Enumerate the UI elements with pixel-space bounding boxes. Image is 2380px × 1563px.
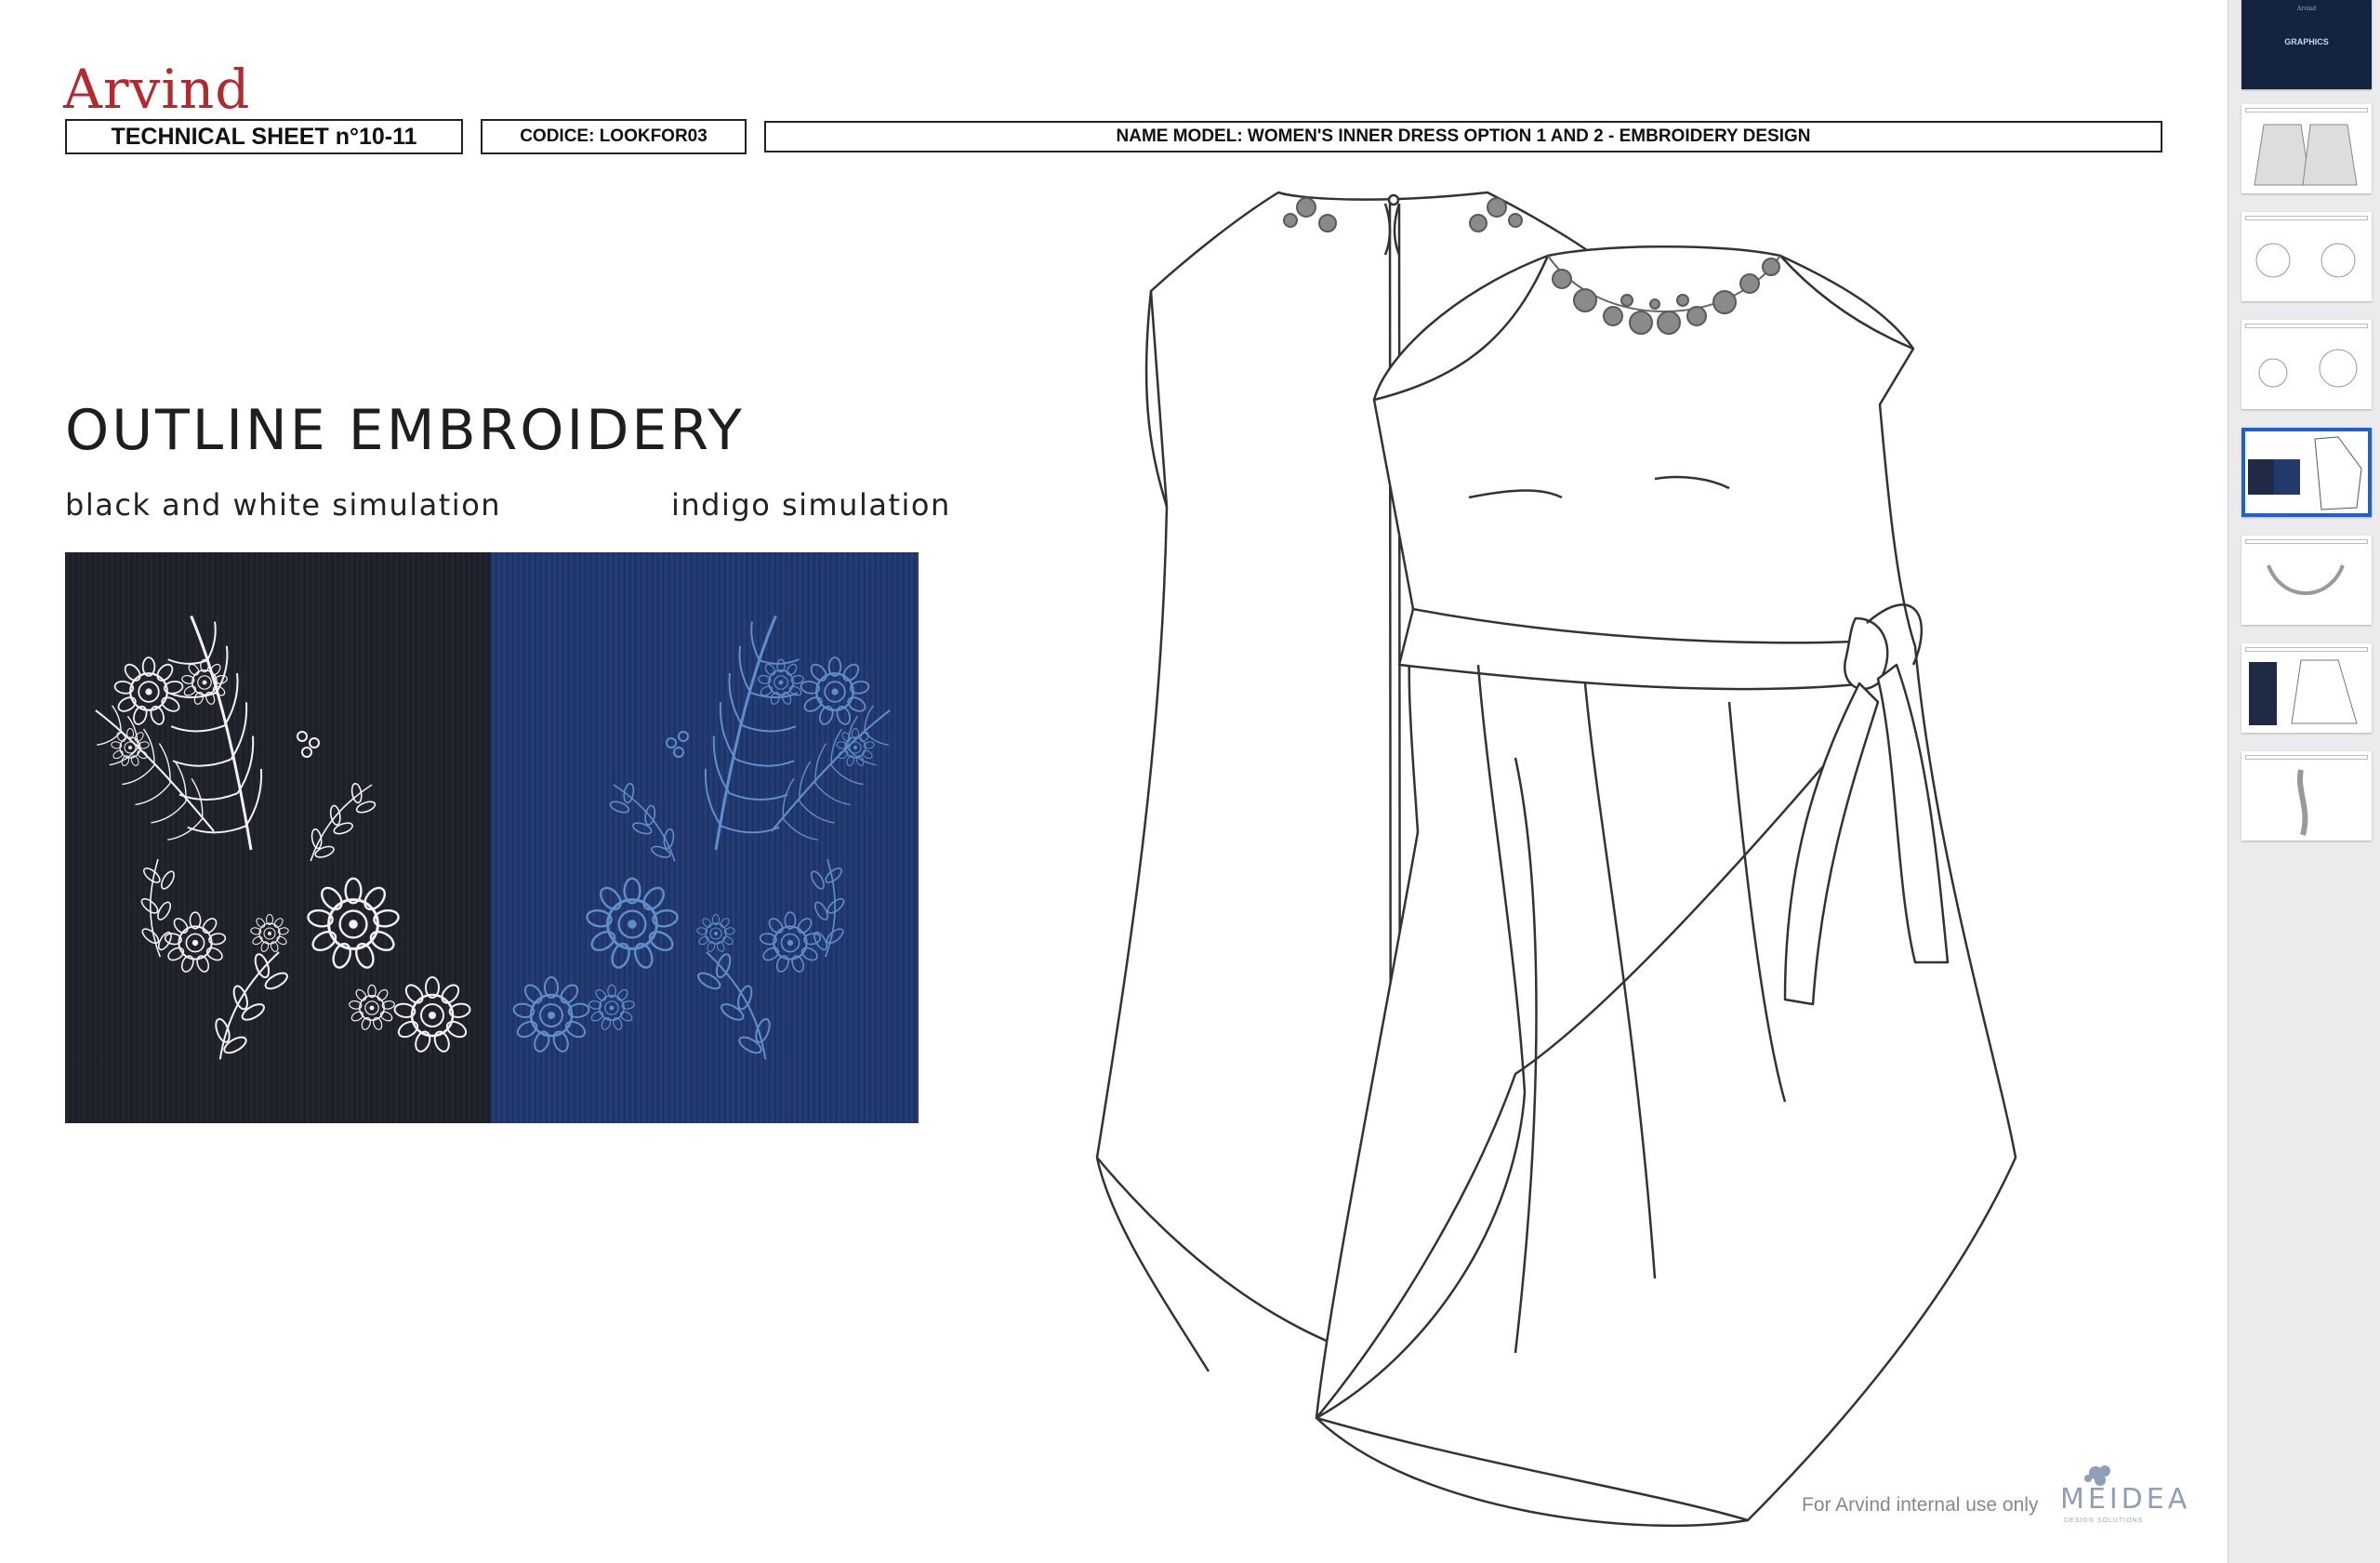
page-thumbnail-5-selected[interactable] <box>2241 428 2372 517</box>
bw-simulation-caption: black and white simulation <box>65 487 502 523</box>
page-thumbnail-4[interactable] <box>2241 320 2372 409</box>
embroidery-motif-image <box>65 605 919 1074</box>
meidea-logo: MEIDEA <box>2060 1483 2191 1516</box>
meidea-tagline: DESIGN SOLUTIONS <box>2064 1517 2144 1524</box>
document-page: Arvind TECHNICAL SHEET n°10-11 CODICE: L… <box>0 0 2228 1563</box>
indigo-simulation-caption: indigo simulation <box>671 487 951 523</box>
thumbnail-logo: Arvind <box>2296 6 2317 12</box>
model-name-label: NAME MODEL: WOMEN'S INNER DRESS OPTION 1… <box>764 121 2162 152</box>
thumbnail-title: GRAPHICS <box>2284 37 2329 46</box>
page-thumbnails-sidebar[interactable]: Arvind GRAPHICS <box>2228 0 2380 1563</box>
page-thumbnail-8[interactable] <box>2241 751 2372 841</box>
internal-use-note: For Arvind internal use only <box>1802 1494 2039 1516</box>
page-thumbnail-6[interactable] <box>2241 536 2372 625</box>
dress-technical-sketch <box>1095 191 2017 1528</box>
page-thumbnail-7[interactable] <box>2241 643 2372 733</box>
page-thumbnail-2[interactable] <box>2241 104 2372 193</box>
section-title: OUTLINE EMBROIDERY <box>65 398 745 463</box>
page-thumbnail-1[interactable]: Arvind GRAPHICS <box>2241 0 2372 89</box>
technical-sheet-label: TECHNICAL SHEET n°10-11 <box>65 119 463 154</box>
page-thumbnail-3[interactable] <box>2241 212 2372 301</box>
embroidery-swatch <box>65 552 919 1123</box>
code-label: CODICE: LOOKFOR03 <box>481 119 747 154</box>
arvind-logo: Arvind <box>63 58 251 121</box>
